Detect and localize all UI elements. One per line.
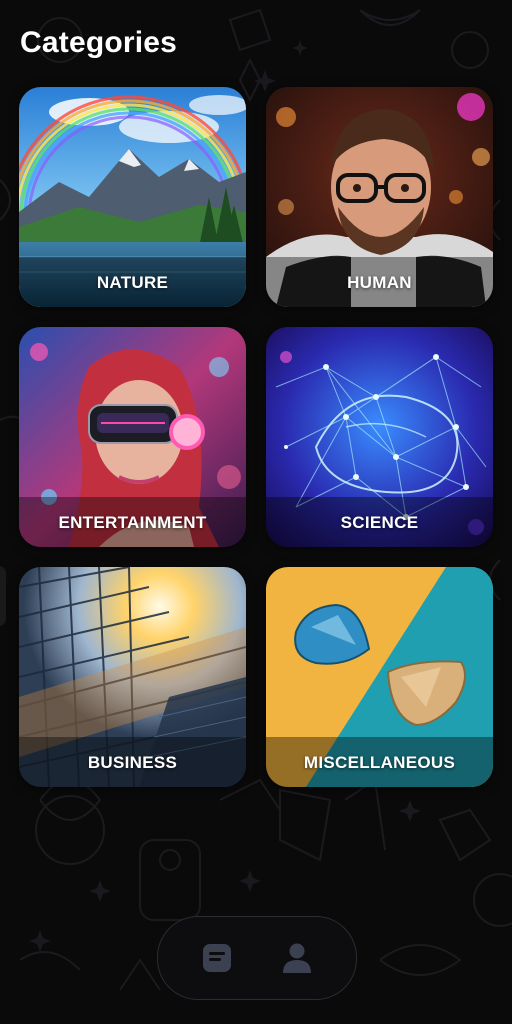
document-icon: [203, 944, 231, 972]
category-label: HUMAN: [347, 273, 412, 292]
category-grid: NATURE HUMAN ENTERTAINMENT SCIENCE BUSIN…: [19, 87, 493, 787]
profile-icon: [283, 943, 311, 973]
category-label: ENTERTAINMENT: [58, 513, 207, 532]
category-label: SCIENCE: [340, 513, 419, 532]
bottom-nav-bar: [157, 916, 357, 1000]
app-screen: Categories NATURE HUMAN ENTERTAINMENT SC…: [0, 0, 512, 1024]
category-card-miscellaneous[interactable]: MISCELLANEOUS: [266, 567, 493, 787]
nav-profile-button[interactable]: [281, 942, 313, 974]
category-card-nature[interactable]: NATURE: [19, 87, 246, 307]
category-card-human[interactable]: HUMAN: [266, 87, 493, 307]
nav-documents-button[interactable]: [201, 942, 233, 974]
category-label: NATURE: [96, 273, 169, 292]
category-label: BUSINESS: [87, 753, 178, 772]
page-title: Categories: [20, 26, 178, 59]
category-card-business[interactable]: BUSINESS: [19, 567, 246, 787]
category-label: MISCELLANEOUS: [303, 753, 456, 772]
side-edge-handle: [0, 566, 6, 626]
category-card-science[interactable]: SCIENCE: [266, 327, 493, 547]
category-card-entertainment[interactable]: ENTERTAINMENT: [19, 327, 246, 547]
